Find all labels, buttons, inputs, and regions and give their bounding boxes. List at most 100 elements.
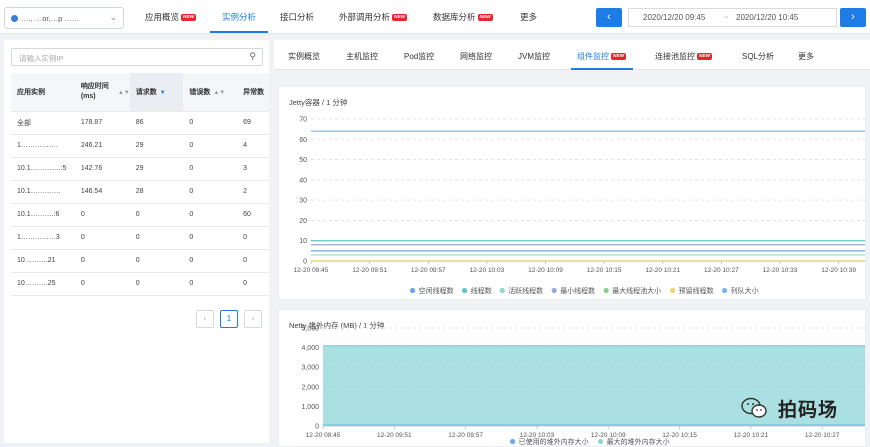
x-tick-label: 12-20 10:21: [734, 432, 769, 439]
table-cell: 246.21: [74, 134, 130, 158]
legend-label: 线程数: [471, 286, 492, 295]
col-header-response-time[interactable]: 响应时间 (ms) ▲▼: [74, 73, 130, 112]
new-badge: NEW: [477, 14, 493, 21]
nav-database-analysis[interactable]: 数据库分析 NEW: [433, 11, 493, 23]
table-row[interactable]: 1……………3 0 0 0 0: [11, 226, 269, 250]
tab-network-monitor[interactable]: 网络监控: [460, 51, 492, 62]
x-tick-label: 12-20 10:03: [520, 432, 555, 439]
jetty-container-panel: Jetty容器 / 1 分钟 0 10 20 30 40 50 60 70 12-20 09:4…: [278, 86, 866, 300]
tab-pod-monitor[interactable]: Pod监控: [404, 51, 434, 62]
col-label: 错误数: [189, 88, 211, 96]
tab-jvm-monitor[interactable]: JVM监控: [518, 51, 550, 62]
nav-more[interactable]: 更多: [520, 11, 537, 23]
tab-host-monitor[interactable]: 主机监控: [346, 51, 378, 62]
y-tick-label: 50: [299, 157, 307, 164]
sort-icon: ▲▼: [213, 89, 226, 96]
table-cell: 0: [129, 272, 184, 296]
table-cell: 0: [237, 226, 269, 250]
legend-marker: [462, 287, 468, 294]
tab-label: 连接池监控: [655, 52, 695, 61]
table-cell: 10……….25: [11, 272, 75, 296]
legend-label: 已使用的堆外内存大小: [519, 437, 589, 446]
nav-instance-analysis[interactable]: 实例分析: [222, 11, 256, 23]
table-row[interactable]: 10……….25 0 0 0 0: [11, 272, 269, 296]
chevron-right-icon: ›: [251, 314, 255, 323]
y-tick-label: 20: [299, 218, 307, 225]
table-row[interactable]: 10.1…………. 146.54 28 0 2: [11, 180, 269, 204]
table-cell: 2: [237, 180, 269, 204]
x-tick-label: 12-20 09:45: [294, 267, 329, 274]
time-next-button[interactable]: ›: [840, 8, 866, 27]
table-row[interactable]: 10.1……….:6 0 0 0 60: [11, 203, 269, 227]
x-tick-label: 12-20 09:45: [306, 432, 341, 439]
x-tick-label: 12-20 10:33: [763, 267, 798, 274]
col-header-instance[interactable]: 应用实例: [11, 73, 75, 112]
app-select[interactable]: …., …or,…p …… ⌄: [4, 7, 124, 29]
legend-marker: [499, 287, 505, 294]
new-badge: NEW: [697, 53, 713, 60]
page-next-button[interactable]: ›: [244, 310, 262, 328]
page-prev-button[interactable]: ‹: [196, 310, 214, 328]
tab-sql-analysis[interactable]: SQL分析: [742, 51, 774, 62]
instance-detail-panel: 实例概览 主机监控 Pod监控 网络监控 JVM监控 组件监控 NEW 连接池监控…: [274, 40, 870, 447]
y-tick-label: 0: [315, 424, 319, 431]
page-number-button[interactable]: 1: [220, 310, 238, 328]
time-separator: ~: [724, 13, 729, 22]
instance-search-input[interactable]: 请输入实例IP ⚲: [11, 48, 263, 66]
table-cell: 0: [129, 249, 184, 273]
table-cell: 60: [237, 203, 269, 227]
table-cell: 86: [129, 111, 184, 135]
instance-list-panel: 请输入实例IP ⚲ 应用实例 响应时间 (ms)▲▼ 请求数 ▼ 错误数 ▲▼ 异常…: [4, 40, 269, 443]
table-cell: 29: [129, 134, 184, 158]
table-cell: 0: [237, 249, 269, 273]
table-cell: 10.1………….: [11, 180, 75, 204]
time-start: 2020/12/20 09:45: [643, 13, 706, 22]
nav-api-analysis[interactable]: 接口分析: [280, 11, 314, 23]
nav-app-overview[interactable]: 应用概览 NEW: [145, 11, 197, 23]
table-row[interactable]: 全部 178.87 86 0 69: [11, 111, 269, 135]
nav-label: 更多: [520, 12, 538, 22]
x-tick-label: 12-20 10:27: [805, 432, 840, 439]
time-range-picker[interactable]: 2020/12/20 09:45 ~ 2020/12/20 10:45: [628, 8, 837, 27]
time-end: 2020/12/20 10:45: [736, 13, 799, 22]
new-badge: NEW: [181, 14, 197, 21]
sort-icon: ▲▼: [117, 89, 130, 96]
table-cell: 69: [237, 111, 269, 135]
sub-tabs: 实例概览 主机监控 Pod监控 网络监控 JVM监控 组件监控 NEW 连接池监控…: [274, 40, 870, 70]
legend-marker: [670, 287, 676, 294]
table-cell: 10……….21: [11, 249, 75, 273]
tab-more[interactable]: 更多: [798, 51, 814, 62]
tab-component-monitor[interactable]: 组件监控 NEW: [577, 51, 627, 62]
x-tick-label: 12-20 09:57: [448, 432, 483, 439]
tab-label: Pod监控: [404, 52, 435, 61]
nav-external-call-analysis[interactable]: 外部调用分析 NEW: [339, 11, 408, 23]
app-status-dot: [11, 15, 18, 22]
legend-label: 列队大小: [731, 286, 759, 295]
chevron-right-icon: ›: [851, 11, 855, 23]
x-tick-label: 12-20 10:27: [704, 267, 739, 274]
time-prev-button[interactable]: ‹: [596, 8, 622, 27]
table-cell: 10.1……….:6: [11, 203, 75, 227]
table-cell: 0: [183, 226, 238, 250]
sort-desc-icon: ▼: [159, 89, 166, 96]
col-header-exceptions[interactable]: 异常数: [237, 73, 269, 112]
table-row[interactable]: 1……………. 246.21 29 0 4: [11, 134, 269, 158]
table-row[interactable]: 10.1………….:5 142.76 29 0 3: [11, 157, 269, 181]
x-tick-label: 12-20 09:51: [377, 432, 412, 439]
table-cell: 0: [237, 272, 269, 296]
nav-label: 数据库分析: [433, 12, 476, 22]
tab-label: 组件监控: [577, 52, 609, 61]
table-cell: 178.87: [74, 111, 130, 135]
tab-label: 网络监控: [460, 52, 492, 61]
col-label: 请求数: [135, 88, 157, 96]
col-header-errors[interactable]: 错误数 ▲▼: [183, 73, 238, 112]
col-header-requests[interactable]: 请求数 ▼: [129, 73, 184, 112]
y-tick-label: 40: [299, 177, 307, 184]
chevron-down-icon: ⌄: [109, 12, 117, 22]
table-row[interactable]: 10……….21 0 0 0 0: [11, 249, 269, 273]
table-cell: 0: [183, 134, 238, 158]
search-icon[interactable]: ⚲: [249, 51, 256, 62]
table-cell: 0: [129, 203, 184, 227]
tab-instance-overview[interactable]: 实例概览: [288, 51, 320, 62]
tab-connection-pool-monitor[interactable]: 连接池监控 NEW: [655, 51, 713, 62]
